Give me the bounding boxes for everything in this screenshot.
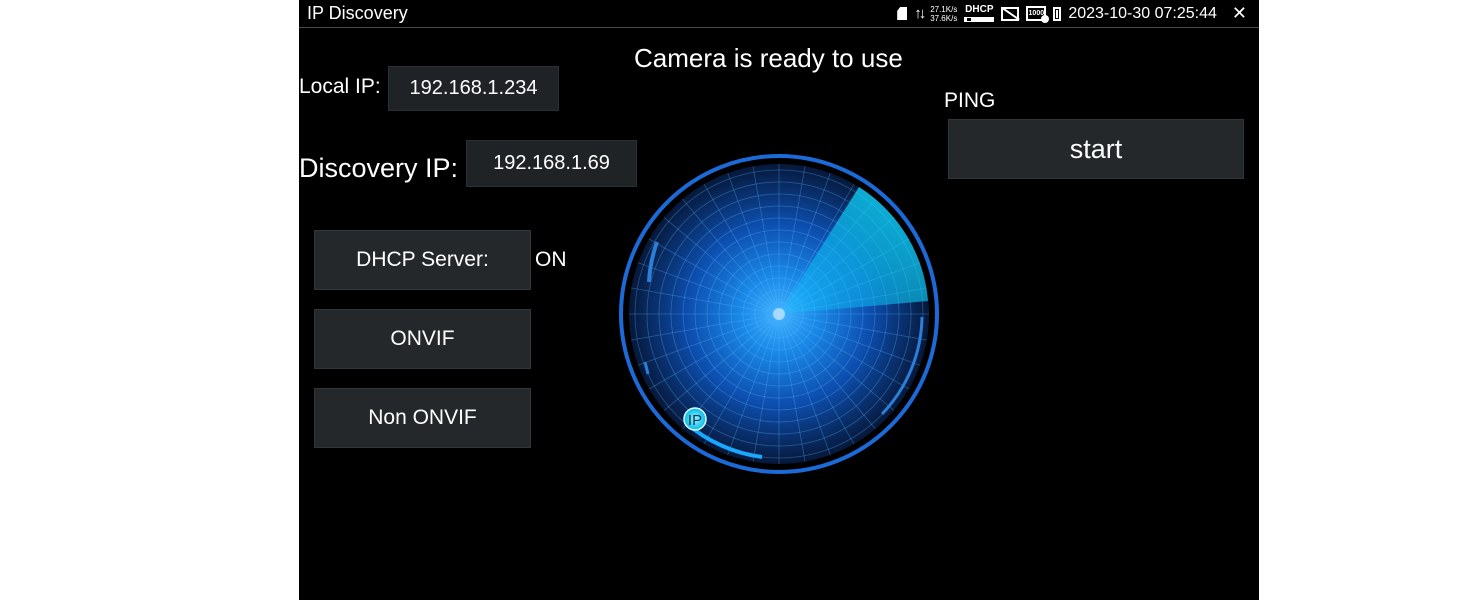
status-icons: ↑↓ 27.1K/s 37.6K/s DHCP 1000 2023-10-30 … bbox=[897, 0, 1247, 27]
device-screen: IP Discovery ↑↓ 27.1K/s 37.6K/s DHCP 100… bbox=[299, 0, 1259, 600]
close-icon[interactable]: ✕ bbox=[1232, 3, 1247, 24]
radar-display: IP bbox=[619, 154, 939, 474]
download-speed: 37.6K/s bbox=[930, 13, 958, 23]
ping-label: PING bbox=[944, 89, 996, 112]
dhcp-server-state: ON bbox=[535, 248, 567, 271]
discovery-ip-field[interactable]: 192.168.1.69 bbox=[466, 140, 637, 187]
upload-speed: 27.1K/s bbox=[930, 4, 958, 14]
poe-label: 1000 bbox=[1028, 10, 1045, 17]
sd-card-icon bbox=[897, 7, 908, 20]
ip-marker-label: IP bbox=[688, 412, 702, 429]
radar-center bbox=[773, 308, 785, 320]
dhcp-bar bbox=[964, 17, 995, 22]
status-bar: IP Discovery ↑↓ 27.1K/s 37.6K/s DHCP 100… bbox=[299, 0, 1259, 28]
ping-start-button[interactable]: start bbox=[948, 119, 1244, 179]
network-speeds: 27.1K/s 37.6K/s bbox=[930, 5, 957, 23]
local-ip-label: Local IP: bbox=[299, 75, 381, 98]
dhcp-server-button[interactable]: DHCP Server: bbox=[314, 230, 531, 290]
onvif-button[interactable]: ONVIF bbox=[314, 309, 531, 369]
status-headline: Camera is ready to use bbox=[634, 43, 903, 73]
poe-icon: 1000 bbox=[1026, 6, 1050, 23]
dhcp-status-label: DHCP bbox=[965, 4, 994, 15]
non-onvif-button[interactable]: Non ONVIF bbox=[314, 388, 531, 448]
local-ip-field[interactable]: 192.168.1.234 bbox=[388, 66, 559, 111]
discovery-ip-label: Discovery IP: bbox=[299, 153, 459, 183]
network-activity-icon: ↑↓ bbox=[914, 5, 926, 22]
no-display-icon bbox=[1001, 6, 1020, 21]
datetime: 2023-10-30 07:25:44 bbox=[1068, 4, 1217, 22]
app-title: IP Discovery bbox=[307, 3, 408, 23]
battery-icon bbox=[1053, 6, 1062, 21]
dhcp-status-icon: DHCP bbox=[964, 4, 995, 22]
